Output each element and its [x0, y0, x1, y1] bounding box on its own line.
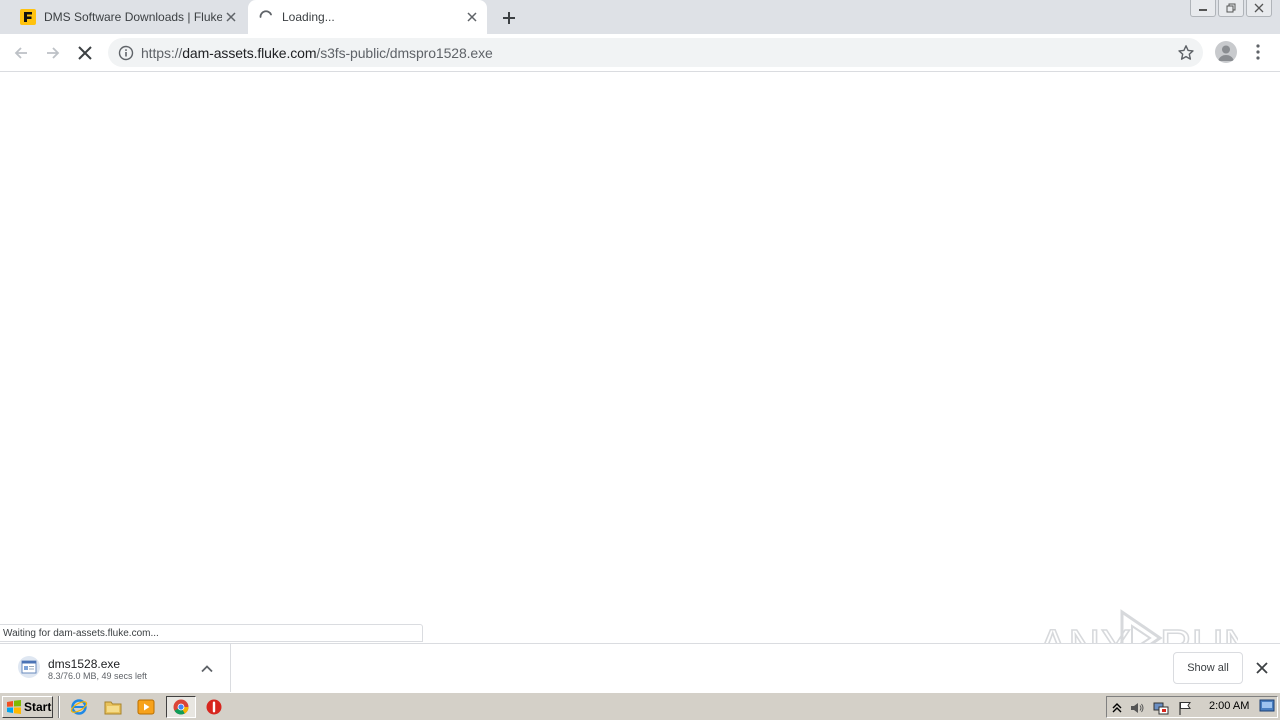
restore-button[interactable]	[1218, 0, 1244, 17]
tab-title: Loading...	[282, 10, 335, 24]
page-content	[0, 72, 1280, 643]
restore-icon	[1226, 3, 1236, 13]
tab-strip: DMS Software Downloads | Fluke Loading..…	[0, 0, 1280, 34]
profile-avatar[interactable]	[1215, 41, 1237, 63]
tab-close-icon[interactable]	[222, 8, 240, 26]
ie-icon[interactable]	[70, 698, 88, 716]
info-icon[interactable]	[118, 45, 134, 61]
speaker-icon[interactable]	[1129, 700, 1145, 716]
download-shelf: dms1528.exe 8.3/76.0 MB, 49 secs left Sh…	[0, 643, 1280, 693]
taskbar-separator	[58, 696, 60, 718]
close-window-button[interactable]	[1246, 0, 1272, 17]
show-desktop-icon[interactable]	[1259, 698, 1275, 714]
clock[interactable]: 2:00 AM	[1209, 700, 1249, 712]
stop-loading-button[interactable]	[72, 40, 98, 66]
close-icon	[1256, 662, 1268, 674]
flag-icon[interactable]	[1177, 700, 1193, 716]
windows-taskbar: Start 2:00 AM	[0, 692, 1280, 720]
taskbar-chrome-button[interactable]	[166, 696, 196, 718]
tab-loading[interactable]: Loading...	[248, 0, 487, 34]
url-text[interactable]: https://dam-assets.fluke.com/s3fs-public…	[141, 45, 493, 61]
folder-icon[interactable]	[104, 698, 122, 716]
tab-title: DMS Software Downloads | Fluke	[44, 10, 222, 24]
close-icon	[1254, 3, 1264, 13]
bookmark-star-icon[interactable]	[1177, 44, 1195, 62]
url-path: /s3fs-public/dmspro1528.exe	[316, 45, 493, 61]
plus-icon	[503, 12, 515, 24]
start-label: Start	[24, 700, 52, 714]
arrow-left-icon	[14, 47, 27, 59]
chevron-up-icon[interactable]	[198, 660, 216, 678]
back-button[interactable]	[8, 40, 34, 66]
loading-spinner-icon	[259, 10, 272, 18]
download-item[interactable]: dms1528.exe 8.3/76.0 MB, 49 secs left	[0, 644, 231, 693]
network-icon[interactable]	[1153, 700, 1169, 716]
url-scheme: https://	[141, 45, 183, 61]
chrome-icon	[173, 699, 189, 715]
browser-menu-button[interactable]	[1250, 42, 1266, 62]
minimize-icon	[1199, 9, 1207, 11]
download-progress-text: 8.3/76.0 MB, 49 secs left	[48, 671, 148, 681]
minimize-button[interactable]	[1190, 0, 1216, 17]
show-all-button[interactable]: Show all	[1173, 652, 1243, 684]
windows-logo-icon	[7, 700, 21, 714]
user-icon	[1218, 45, 1234, 61]
exe-file-icon	[18, 656, 40, 678]
system-tray: 2:00 AM	[1106, 696, 1278, 718]
tab-close-icon[interactable]	[463, 8, 481, 26]
tab-dms-downloads[interactable]: DMS Software Downloads | Fluke	[10, 0, 246, 34]
new-tab-button[interactable]	[498, 7, 520, 29]
stop-icon[interactable]	[205, 698, 223, 716]
stop-icon	[78, 46, 92, 60]
fluke-favicon-icon	[20, 9, 36, 25]
arrow-right-icon	[47, 47, 60, 59]
start-button[interactable]: Start	[2, 696, 53, 718]
url-host: dam-assets.fluke.com	[182, 45, 317, 61]
browser-toolbar: https://dam-assets.fluke.com/s3fs-public…	[0, 34, 1280, 72]
status-bubble: Waiting for dam-assets.fluke.com...	[0, 624, 423, 642]
media-player-icon[interactable]	[137, 698, 155, 716]
forward-button[interactable]	[40, 40, 66, 66]
download-filename: dms1528.exe	[48, 657, 121, 671]
window-controls	[1188, 0, 1272, 17]
close-shelf-button[interactable]	[1253, 659, 1271, 677]
address-bar[interactable]: https://dam-assets.fluke.com/s3fs-public…	[108, 38, 1203, 67]
kebab-menu-icon	[1256, 44, 1260, 60]
show-hidden-icons-icon[interactable]	[1109, 700, 1125, 716]
